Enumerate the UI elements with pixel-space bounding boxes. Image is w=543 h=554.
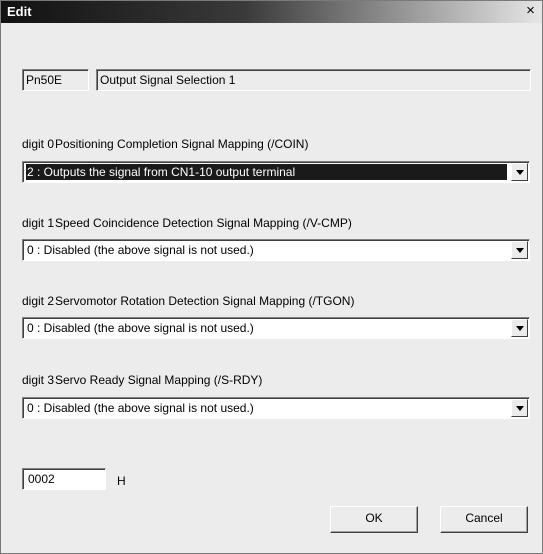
digit3-label-row: digit 3Servo Ready Signal Mapping (/S-RD… bbox=[22, 373, 262, 387]
window-title: Edit bbox=[7, 4, 32, 19]
digit0-label-row: digit 0Positioning Completion Signal Map… bbox=[22, 137, 308, 151]
parameter-name-field: Output Signal Selection 1 bbox=[96, 69, 531, 91]
chevron-down-icon[interactable] bbox=[511, 163, 528, 181]
digit2-label-row: digit 2Servomotor Rotation Detection Sig… bbox=[22, 294, 354, 308]
ok-button[interactable]: OK bbox=[330, 506, 418, 533]
chevron-down-icon[interactable] bbox=[511, 399, 528, 417]
digit1-select[interactable]: 0 : Disabled (the above signal is not us… bbox=[22, 239, 530, 261]
digit2-select[interactable]: 0 : Disabled (the above signal is not us… bbox=[22, 317, 530, 339]
digit2-select-value: 0 : Disabled (the above signal is not us… bbox=[27, 321, 254, 335]
digit0-number: digit 0 bbox=[22, 137, 55, 151]
digit3-number: digit 3 bbox=[22, 373, 55, 387]
title-bar[interactable]: Edit × bbox=[1, 1, 542, 23]
digit2-label: Servomotor Rotation Detection Signal Map… bbox=[55, 294, 355, 308]
digit1-label-row: digit 1Speed Coincidence Detection Signa… bbox=[22, 216, 352, 230]
parameter-number-field: Pn50E bbox=[22, 69, 89, 91]
chevron-down-icon[interactable] bbox=[511, 319, 528, 337]
digit3-select[interactable]: 0 : Disabled (the above signal is not us… bbox=[22, 397, 530, 419]
digit2-number: digit 2 bbox=[22, 294, 55, 308]
chevron-down-icon[interactable] bbox=[511, 241, 528, 259]
digit0-select[interactable]: 2 : Outputs the signal from CN1-10 outpu… bbox=[22, 161, 530, 183]
digit3-select-value: 0 : Disabled (the above signal is not us… bbox=[27, 401, 254, 415]
digit1-label: Speed Coincidence Detection Signal Mappi… bbox=[55, 216, 352, 230]
digit0-select-value: 2 : Outputs the signal from CN1-10 outpu… bbox=[26, 164, 507, 180]
digit3-label: Servo Ready Signal Mapping (/S-RDY) bbox=[55, 373, 263, 387]
cancel-button[interactable]: Cancel bbox=[440, 506, 528, 533]
digit0-label: Positioning Completion Signal Mapping (/… bbox=[55, 137, 309, 151]
hex-value-input[interactable]: 0002 bbox=[22, 468, 106, 490]
hex-unit-label: H bbox=[117, 474, 126, 488]
close-icon[interactable]: × bbox=[523, 3, 538, 19]
digit1-select-value: 0 : Disabled (the above signal is not us… bbox=[27, 243, 254, 257]
digit1-number: digit 1 bbox=[22, 216, 55, 230]
edit-dialog: Edit × Pn50E Output Signal Selection 1 d… bbox=[0, 0, 543, 554]
